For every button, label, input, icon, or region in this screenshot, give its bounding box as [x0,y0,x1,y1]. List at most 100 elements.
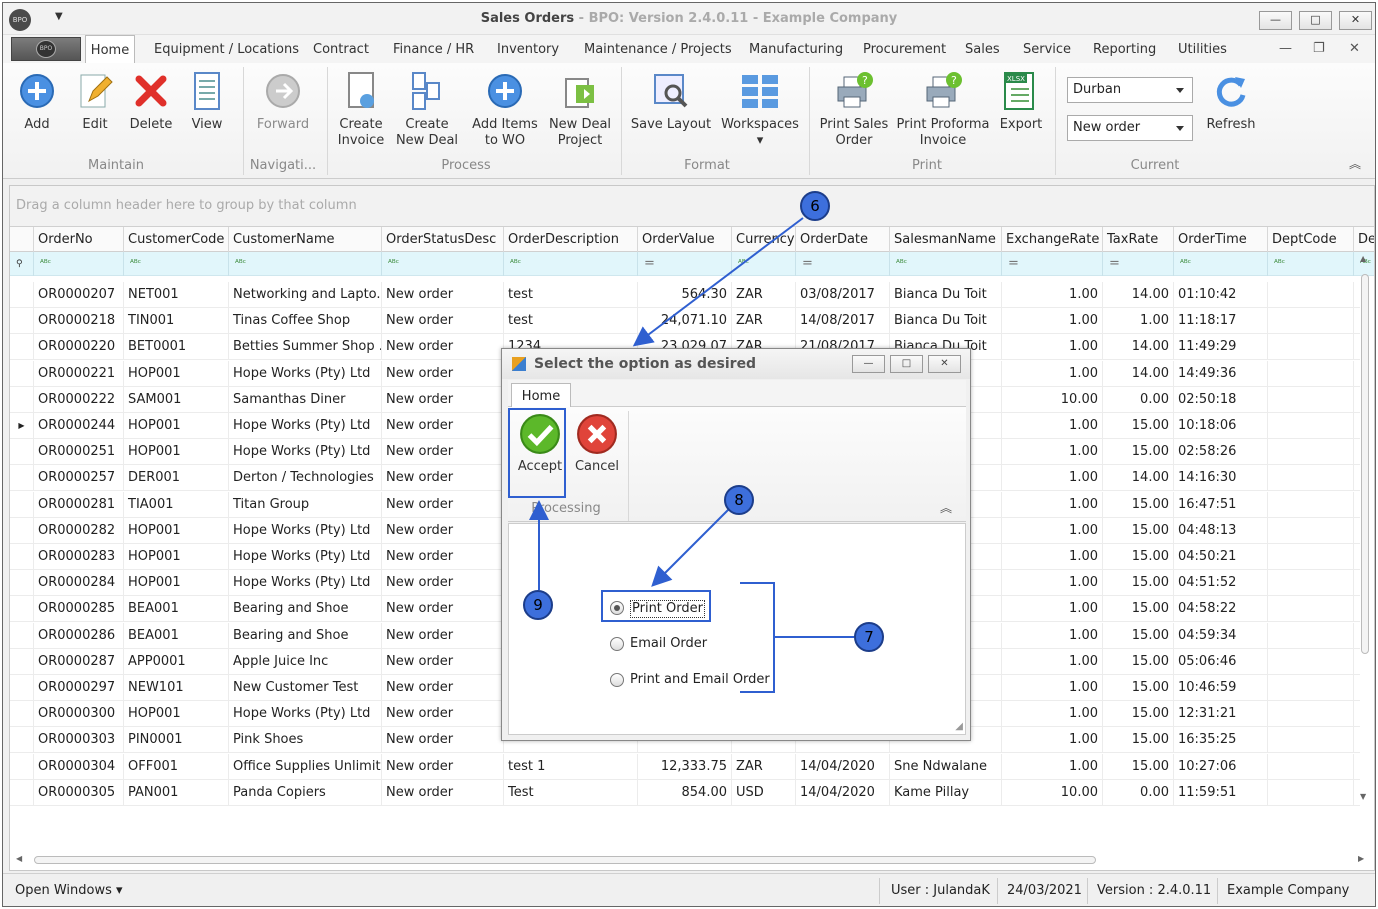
minimize-button[interactable]: — [1259,11,1292,30]
table-cell[interactable]: New order [382,570,504,597]
dialog-tab-home[interactable]: Home [511,383,571,408]
column-header[interactable]: OrderTime [1174,227,1268,252]
table-cell[interactable] [1268,701,1354,728]
filter-cell[interactable]: ᴬᴮᶜ [1174,252,1268,276]
table-cell[interactable]: test [504,282,638,308]
row-indicator[interactable] [10,596,34,623]
add-button[interactable]: Add [15,67,59,133]
table-cell[interactable]: New order [382,517,504,544]
table-cell[interactable]: OR0000251 [34,439,124,466]
row-indicator[interactable] [10,675,34,701]
tab-contract[interactable]: Contract [309,35,373,63]
table-cell[interactable]: New order [382,727,504,754]
table-cell[interactable]: Hope Works (Pty) Ltd [229,439,382,466]
delete-button[interactable]: Delete [125,67,177,133]
row-indicator[interactable] [10,360,34,387]
table-cell[interactable]: OR0000303 [34,727,124,754]
row-indicator[interactable] [10,648,34,675]
table-cell[interactable]: New order [382,648,504,675]
mdi-restore-icon[interactable]: ❐ [1313,41,1325,56]
table-cell[interactable] [1268,282,1354,308]
filter-cell[interactable]: ᴬᴮᶜ [382,252,504,276]
table-cell[interactable]: OR0000220 [34,334,124,361]
table-cell[interactable]: 854.00 [638,779,732,806]
table-cell[interactable] [1268,517,1354,544]
table-cell[interactable] [1268,727,1354,754]
filter-cell[interactable]: ᴬᴮᶜ [732,252,796,276]
row-indicator[interactable] [10,465,34,492]
table-row[interactable]: OR0000305 PAN001 Panda Copiers New order Tes… [10,779,1360,806]
table-cell[interactable] [1268,753,1354,780]
table-cell[interactable]: 15.00 [1103,675,1174,701]
table-cell[interactable]: OR0000285 [34,596,124,623]
filter-cell[interactable]: = [796,252,890,276]
row-indicator[interactable] [10,570,34,597]
row-indicator[interactable] [10,334,34,361]
tab-inventory[interactable]: Inventory [493,35,563,63]
table-cell[interactable]: PIN0001 [124,727,229,754]
row-indicator[interactable] [10,622,34,649]
table-cell[interactable]: 10.00 [1002,779,1103,806]
open-windows-button[interactable]: Open Windows ▾ [15,883,123,898]
table-cell[interactable]: DER001 [124,465,229,492]
table-cell[interactable]: 1.00 [1002,596,1103,623]
table-cell[interactable] [1268,648,1354,675]
table-cell[interactable]: New order [382,334,504,361]
table-cell[interactable]: HOP001 [124,439,229,466]
table-cell[interactable]: ZAR [732,753,796,780]
table-cell[interactable]: 1.00 [1002,753,1103,780]
column-header[interactable]: CustomerName [229,227,382,252]
table-cell[interactable]: Bianca Du Toit [890,308,1002,335]
table-cell[interactable]: APP0001 [124,648,229,675]
tab-maintenance-projects[interactable]: Maintenance / Projects [580,35,736,63]
table-cell[interactable]: Office Supplies Unlimit... [229,753,382,780]
table-cell[interactable]: 11:59:51 [1174,779,1268,806]
tab-procurement[interactable]: Procurement [859,35,950,63]
table-cell[interactable]: 11:49:29 [1174,334,1268,361]
table-cell[interactable]: 04:50:21 [1174,544,1268,570]
table-cell[interactable]: 564.30 [638,282,732,308]
row-indicator[interactable] [10,308,34,335]
table-cell[interactable]: OR0000222 [34,386,124,413]
table-cell[interactable]: 14.00 [1103,360,1174,387]
table-cell[interactable]: BEA001 [124,596,229,623]
table-cell[interactable]: New order [382,779,504,806]
tab-service[interactable]: Service [1019,35,1075,63]
table-cell[interactable]: New order [382,308,504,335]
table-cell[interactable]: Hope Works (Pty) Ltd [229,570,382,597]
column-header[interactable]: OrderValue [638,227,732,252]
table-cell[interactable]: 1.00 [1002,439,1103,466]
table-cell[interactable]: 04:48:13 [1174,517,1268,544]
table-cell[interactable]: 1.00 [1002,701,1103,728]
table-cell[interactable]: 15.00 [1103,544,1174,570]
table-cell[interactable]: Pink Shoes [229,727,382,754]
filter-cell[interactable]: ᴬᴮᶜ [1268,252,1354,276]
table-cell[interactable]: New order [382,753,504,780]
table-cell[interactable]: TIN001 [124,308,229,335]
close-button[interactable]: ✕ [1339,11,1372,30]
table-cell[interactable] [1268,386,1354,413]
tab-home[interactable]: Home [85,35,135,63]
collapse-ribbon-icon[interactable]: ︽ [1349,155,1361,172]
tab-finance-hr[interactable]: Finance / HR [389,35,478,63]
scroll-left-icon[interactable]: ◀ [16,854,22,863]
table-cell[interactable]: HOP001 [124,544,229,570]
dialog-minimize-button[interactable]: — [852,355,885,373]
table-cell[interactable]: Samanthas Diner [229,386,382,413]
mdi-minimize-icon[interactable]: — [1279,41,1292,56]
table-cell[interactable]: New order [382,413,504,439]
table-cell[interactable]: OR0000305 [34,779,124,806]
table-cell[interactable]: New Customer Test [229,675,382,701]
table-cell[interactable]: 1.00 [1002,282,1103,308]
application-menu-button[interactable]: BPO [11,37,81,61]
order-status-select[interactable]: New order [1067,115,1193,141]
table-cell[interactable]: OR0000218 [34,308,124,335]
column-header[interactable]: SalesmanName [890,227,1002,252]
table-cell[interactable] [1268,675,1354,701]
filter-cell[interactable]: ᴬᴮᶜ [229,252,382,276]
column-header[interactable]: OrderDate [796,227,890,252]
table-row[interactable]: OR0000304 OFF001 Office Supplies Unlimit..… [10,753,1360,780]
table-cell[interactable]: Hope Works (Pty) Ltd [229,544,382,570]
row-indicator[interactable] [10,491,34,518]
table-cell[interactable]: 12:31:21 [1174,701,1268,728]
